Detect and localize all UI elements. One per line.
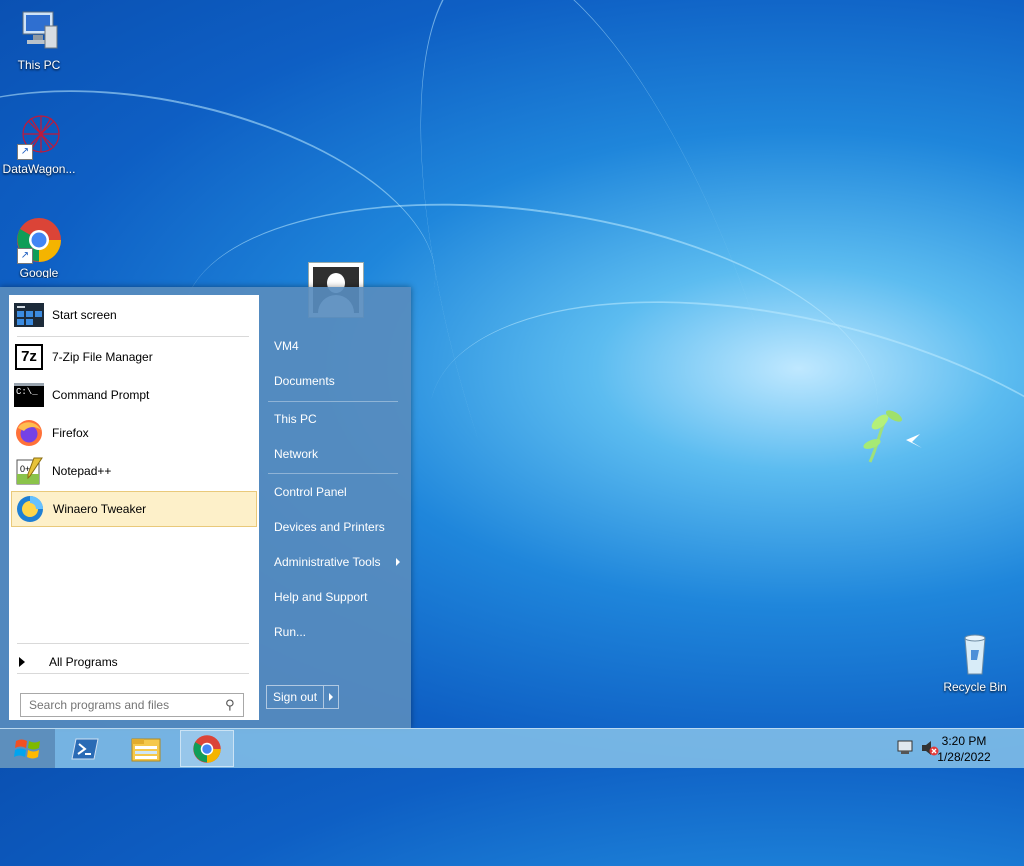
winaero-tweaker-icon [14,495,46,523]
desktop-icon-label: Google Chrome [19,266,59,278]
search-box[interactable]: ⚲ [20,693,244,717]
desktop-icon-label: This PC [17,58,61,72]
program-winaero-tweaker[interactable]: Winaero Tweaker [11,491,257,527]
chrome-icon: ↗ [15,216,63,264]
clock-time: 3:20 PM [941,734,987,748]
submenu-arrow-icon [396,558,400,566]
menu-item-devices-and-printers[interactable]: Devices and Printers [266,514,402,540]
chrome-icon [193,734,221,763]
taskbar-chrome[interactable] [180,730,234,767]
program-label: Start screen [52,308,117,322]
command-prompt-icon: C:\_ [13,381,45,409]
menu-item-help-and-support[interactable]: Help and Support [266,584,402,610]
divider [17,673,249,674]
network-icon[interactable] [897,740,915,756]
all-programs-button[interactable]: All Programs [17,651,249,673]
divider [268,473,398,474]
desktop-icon-google-chrome[interactable]: ↗ Google Chrome [1,216,77,278]
menu-item-this-pc[interactable]: This PC [266,406,402,432]
desktop-icon-datawagon[interactable]: ↗ DataWagon... [1,112,77,176]
desktop-icon-this-pc[interactable]: This PC [1,8,77,72]
start-menu: Start screen 7z 7-Zip File Manager C:\_ … [0,287,411,728]
shortcut-arrow-icon: ↗ [17,248,33,264]
sign-out-button[interactable]: Sign out [267,686,325,708]
program-label: Firefox [52,426,89,440]
menu-item-label: This PC [274,412,317,426]
taskbar: 3:20 PM 1/28/2022 [0,728,1024,768]
menu-item-label: VM4 [274,339,299,353]
datawagon-icon: ↗ [15,112,63,160]
menu-item-documents[interactable]: Documents [266,368,402,394]
program-start-screen[interactable]: Start screen [11,297,257,333]
start-screen-icon [13,301,45,329]
system-clock[interactable]: 3:20 PM 1/28/2022 [924,733,1004,765]
desktop-icon-label: Recycle Bin [943,680,1007,694]
menu-item-control-panel[interactable]: Control Panel [266,479,402,505]
program-command-prompt[interactable]: C:\_ Command Prompt [11,377,257,413]
file-explorer-icon [131,738,161,761]
menu-item-label: Run... [274,625,307,639]
program-label: Command Prompt [52,388,150,402]
divider [17,336,249,337]
search-input[interactable] [27,697,221,713]
program-7zip[interactable]: 7z 7-Zip File Manager [11,339,257,375]
program-notepad-plus-plus[interactable]: 0++ Notepad++ [11,453,257,489]
arrow-right-icon [19,657,25,667]
all-programs-label: All Programs [49,655,118,669]
clock-date: 1/28/2022 [937,750,991,764]
7zip-icon: 7z [13,343,45,371]
start-menu-programs-pane: Start screen 7z 7-Zip File Manager C:\_ … [9,295,259,720]
menu-item-administrative-tools[interactable]: Administrative Tools [266,549,402,575]
desktop-icon-recycle-bin[interactable]: Recycle Bin [937,630,1013,694]
recycle-bin-icon [951,630,999,678]
notepad-plus-plus-icon: 0++ [13,457,45,485]
menu-item-label: Help and Support [274,590,368,604]
divider [17,643,249,644]
computer-icon [15,8,63,56]
taskbar-powershell[interactable] [58,730,112,767]
menu-item-label: Documents [274,374,335,388]
menu-item-label: Devices and Printers [274,520,385,534]
program-label: 7-Zip File Manager [52,350,153,364]
powershell-icon [71,738,99,759]
menu-item-run[interactable]: Run... [266,619,402,645]
firefox-icon [13,419,45,447]
shortcut-arrow-icon: ↗ [17,144,33,160]
menu-item-label: Network [274,447,319,461]
search-icon[interactable]: ⚲ [225,697,235,713]
wallpaper-sprout [863,410,922,463]
desktop-icon-label: DataWagon... [2,162,76,176]
wallpaper-streak [389,233,1024,749]
shutdown-options-arrow-icon[interactable] [324,686,338,708]
menu-item-label: Administrative Tools [274,555,381,569]
menu-item-network[interactable]: Network [266,441,402,467]
menu-item-vm4[interactable]: VM4 [266,333,402,359]
menu-item-label: Control Panel [274,485,347,499]
program-label: Winaero Tweaker [53,502,147,516]
start-button[interactable] [0,729,55,768]
program-firefox[interactable]: Firefox [11,415,257,451]
windows-logo-icon [13,739,40,758]
divider [268,401,398,402]
sign-out-button-group: Sign out [266,685,340,709]
taskbar-file-explorer[interactable] [119,730,173,767]
program-label: Notepad++ [52,464,112,478]
